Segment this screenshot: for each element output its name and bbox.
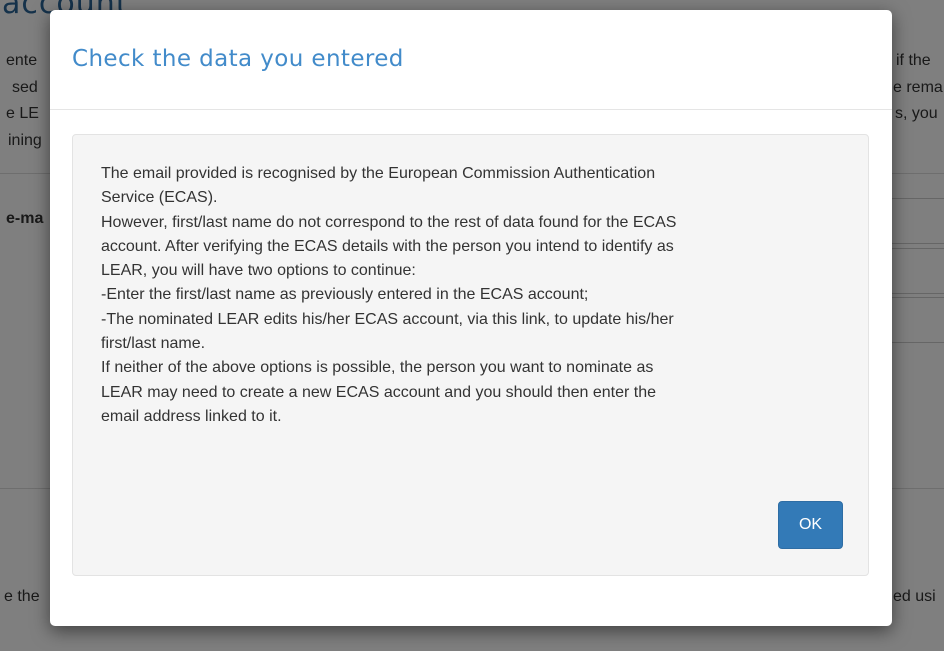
message-line: If neither of the above options is possi… [101, 359, 654, 377]
dialog-header: Check the data you entered [50, 10, 892, 110]
message-line: account. After verifying the ECAS detail… [101, 237, 674, 255]
ok-button[interactable]: OK [778, 501, 843, 549]
message-line: LEAR, you will have two options to conti… [101, 262, 416, 280]
message-line: However, first/last name do not correspo… [101, 213, 677, 231]
message-panel: The email provided is recognised by the … [72, 134, 869, 576]
message-line: email address linked to it. [101, 407, 282, 425]
dialog-title: Check the data you entered [72, 46, 404, 72]
message-line: Service (ECAS). [101, 189, 218, 207]
message-line: The email provided is recognised by the … [101, 165, 656, 182]
message-line: -Enter the first/last name as previously… [101, 286, 589, 304]
message-line: LEAR may need to create a new ECAS accou… [101, 383, 657, 401]
message-line: -The nominated LEAR edits his/her ECAS a… [101, 310, 674, 328]
message-line: first/last name. [101, 335, 206, 353]
check-data-dialog: Check the data you entered The email pro… [50, 10, 892, 626]
